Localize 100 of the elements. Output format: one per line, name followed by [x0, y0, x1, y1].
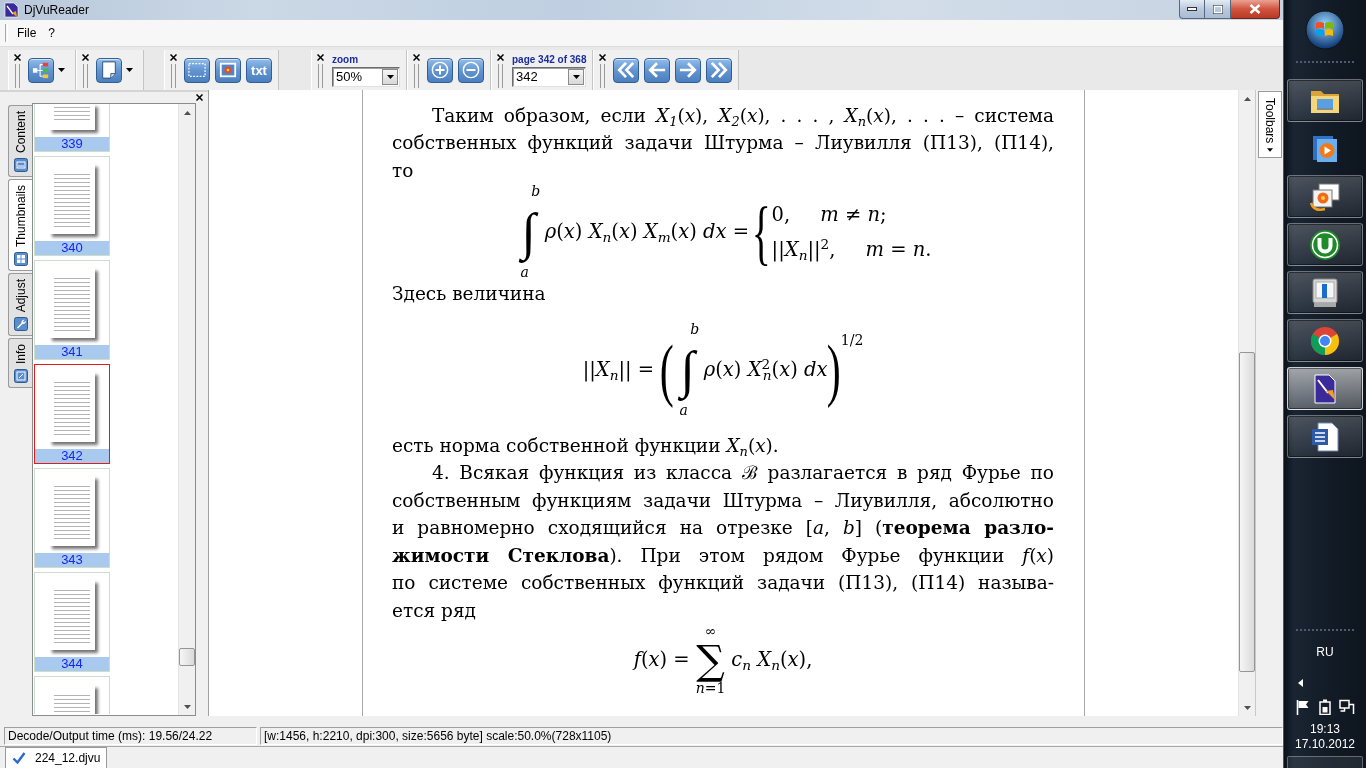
triangle-up-icon[interactable] [183, 110, 191, 115]
integral-upper-limit: b [690, 321, 700, 337]
thumbnail-item[interactable]: 339 [34, 104, 110, 152]
taskbar-button[interactable] [1287, 367, 1363, 410]
combo-label: zoom [332, 53, 360, 66]
outline-button[interactable] [28, 57, 54, 83]
grip-handle[interactable] [413, 64, 419, 88]
side-tab[interactable]: Info [8, 338, 32, 389]
thumbnail-item[interactable]: 341 [34, 260, 110, 360]
last-page-button[interactable] [706, 57, 733, 83]
close-icon[interactable] [316, 54, 324, 61]
clock-date[interactable]: 17.10.2012 [1294, 737, 1356, 752]
photo-gallery-icon [1309, 180, 1341, 213]
menu-item[interactable]: File [11, 24, 43, 42]
grid-icon [13, 252, 28, 267]
segmented-circle-icon [1309, 324, 1341, 357]
previous-page-button[interactable] [644, 57, 671, 83]
triangle-down-icon[interactable] [183, 704, 191, 709]
side-tab[interactable]: Thumbnails [8, 179, 32, 272]
thumbnail-item[interactable]: 340 [34, 156, 110, 256]
dropdown-arrow-button[interactable] [382, 68, 398, 85]
first-page-button[interactable] [613, 57, 640, 83]
close-icon[interactable] [81, 54, 89, 61]
show-desktop-button[interactable] [1287, 756, 1363, 768]
caret-icon[interactable] [58, 68, 65, 72]
status-text: [w:1456, h:2210, dpi:300, size:5656 byte] scale:50.0%(728x1105) [260, 727, 1283, 745]
language-indicator[interactable]: RU [1316, 645, 1334, 659]
grip-handle[interactable] [600, 64, 605, 88]
formula-expression: ρ(x) X$^{2}$$_{n}$(x) dx [703, 356, 828, 383]
check-icon [12, 752, 26, 764]
taskbar-grip [1296, 629, 1354, 633]
scrollbar-thumb[interactable] [179, 648, 195, 666]
close-icon[interactable] [169, 54, 177, 61]
tree-diagram-icon [32, 61, 50, 79]
caret-icon[interactable] [126, 68, 133, 72]
dashed-rectangle-icon [188, 61, 206, 79]
caret-icon [386, 74, 394, 79]
dock-tab[interactable]: Toolbars [1258, 91, 1282, 159]
grip-handle[interactable] [14, 64, 20, 88]
arrow-left-icon [648, 61, 667, 79]
grip-handle[interactable] [170, 64, 176, 88]
taskbar-button[interactable] [1287, 175, 1363, 218]
case-condition: m ≠ n; [820, 202, 887, 228]
thumbnail-item[interactable] [34, 676, 110, 714]
dropdown-field[interactable]: 342 [512, 66, 587, 87]
grip-handle[interactable] [317, 64, 323, 88]
frame-icon [13, 369, 28, 384]
minimize-icon [1187, 7, 1197, 11]
scrollbar-thumb[interactable] [1239, 352, 1255, 672]
document-tab[interactable]: 224_12.djvu [5, 747, 108, 768]
grip-handle[interactable] [82, 64, 88, 88]
window-title: DjVuReader [24, 3, 89, 17]
taskbar-button[interactable] [1287, 223, 1363, 266]
page-number: 340 [35, 241, 109, 255]
flag-icon[interactable] [1295, 699, 1311, 715]
minimize-button[interactable] [1179, 0, 1205, 19]
triangle-up-icon[interactable] [1243, 96, 1251, 101]
taskbar-button[interactable] [1287, 271, 1363, 314]
close-icon[interactable] [412, 54, 420, 61]
network-icon[interactable] [1339, 699, 1355, 715]
battery-icon[interactable] [1317, 699, 1333, 715]
side-tab[interactable]: Adjust [8, 273, 32, 337]
select-area-button[interactable] [184, 57, 210, 83]
maximize-button[interactable] [1205, 0, 1231, 19]
page-layout-button[interactable] [96, 57, 122, 83]
round-logo-icon [1309, 228, 1341, 261]
formula-expression: f(x) = [633, 647, 690, 673]
close-icon[interactable] [196, 94, 203, 101]
taskbar-button[interactable] [1287, 79, 1363, 122]
triangle-down-icon[interactable] [1243, 705, 1251, 710]
image-mode-button[interactable] [215, 57, 241, 83]
thumbnail-item[interactable]: 342 [34, 364, 110, 464]
page-number: 339 [35, 137, 109, 151]
page-number: 344 [35, 657, 109, 671]
taskbar-button[interactable] [1287, 319, 1363, 362]
dropdown-field[interactable]: 50% [332, 66, 400, 87]
arrow-right-icon [679, 61, 698, 79]
grip-handle[interactable] [497, 64, 503, 88]
zoom-in-button[interactable] [427, 57, 453, 83]
exponent: 1/2 [840, 331, 864, 348]
dropdown-arrow-button[interactable] [568, 68, 585, 85]
triangle-left-icon[interactable] [1298, 679, 1303, 687]
clock-time[interactable]: 19:13 [1310, 722, 1340, 737]
next-page-button[interactable] [675, 57, 702, 83]
close-icon[interactable] [599, 54, 606, 61]
caret-icon [1267, 148, 1273, 153]
zoom-out-icon [462, 61, 480, 79]
zoom-out-button[interactable] [458, 57, 484, 83]
taskbar-button[interactable] [1287, 415, 1363, 458]
side-tab[interactable]: Content [8, 105, 32, 178]
double-chevron-right-icon [710, 61, 729, 79]
close-icon[interactable] [496, 54, 504, 61]
start-orb-icon[interactable] [1305, 10, 1345, 50]
taskbar-grip [1296, 61, 1354, 65]
parenthesis: ( [659, 329, 674, 410]
thumbnail-item[interactable]: 343 [34, 468, 110, 568]
close-button[interactable] [1231, 0, 1280, 19]
close-icon[interactable] [13, 54, 21, 61]
menu-item[interactable]: ? [42, 24, 62, 42]
thumbnail-item[interactable]: 344 [34, 572, 110, 672]
